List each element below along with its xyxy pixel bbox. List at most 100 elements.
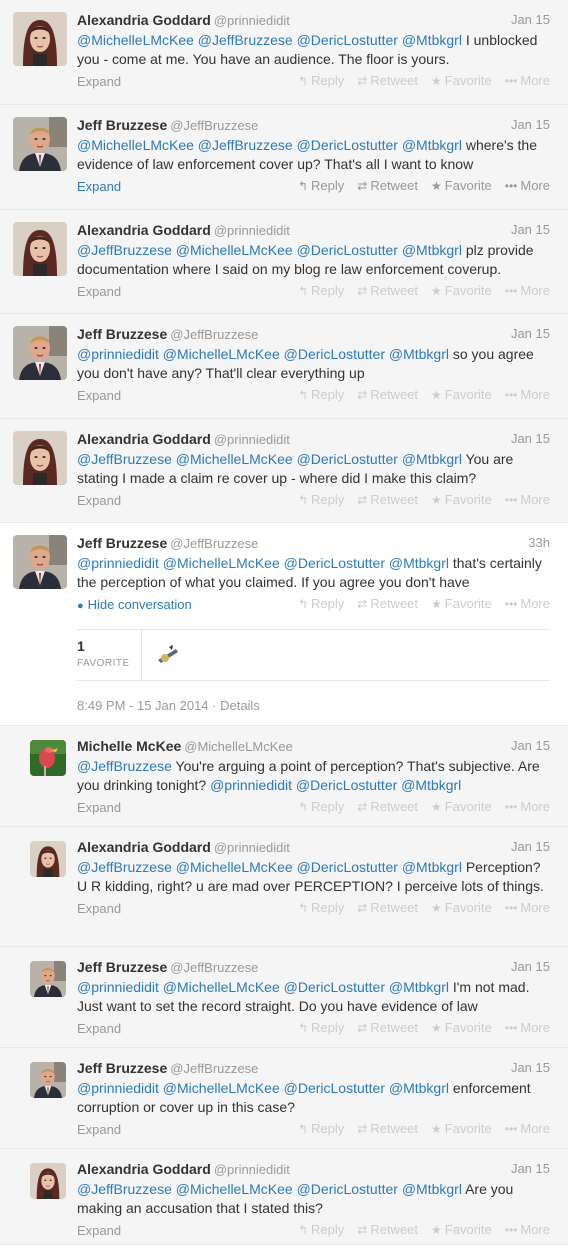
author-handle[interactable]: @JeffBruzzese [170, 960, 258, 975]
more-button[interactable]: ••• More [505, 1118, 550, 1140]
author-handle[interactable]: @JeffBruzzese [170, 327, 258, 342]
reply-tweet-item[interactable]: Alexandria Goddard @prinniedidit Jan 15 @… [0, 827, 568, 947]
author-handle[interactable]: @prinniedidit [214, 1162, 290, 1177]
reply-tweet-item[interactable]: Michelle McKee @MichelleLMcKee Jan 15 @Je… [0, 726, 568, 827]
timestamp[interactable]: Jan 15 [511, 115, 550, 135]
author-name[interactable]: Alexandria Goddard [77, 431, 211, 447]
reply-button[interactable]: ↰ Reply [298, 897, 344, 919]
favorite-button[interactable]: ★ Favorite [431, 1219, 492, 1241]
tweet-meta[interactable]: 8:49 PM - 15 Jan 2014 · Details [77, 681, 558, 731]
timestamp[interactable]: Jan 15 [511, 1058, 550, 1078]
mentions-link[interactable]: @prinniedidit @MichelleLMcKee @DericLost… [77, 555, 449, 571]
author-name[interactable]: Alexandria Goddard [77, 1161, 211, 1177]
retweet-button[interactable]: ⇄ Retweet [357, 1219, 418, 1241]
more-button[interactable]: ••• More [505, 796, 550, 818]
mentions-link[interactable]: @MichelleLMcKee @JeffBruzzese @DericLost… [77, 137, 462, 153]
author-handle[interactable]: @prinniedidit [214, 840, 290, 855]
tweet-item[interactable]: Alexandria Goddard @prinniedidit Jan 15 @… [0, 210, 568, 314]
expand-link[interactable]: Expand [77, 493, 121, 508]
favorite-button[interactable]: ★ Favorite [431, 1118, 492, 1140]
author-name[interactable]: Jeff Bruzzese [77, 1060, 167, 1076]
expand-link[interactable]: Expand [77, 901, 121, 916]
avatar[interactable] [13, 222, 67, 276]
mentions-link[interactable]: @prinniedidit @MichelleLMcKee @DericLost… [77, 1080, 449, 1096]
author-name[interactable]: Alexandria Goddard [77, 839, 211, 855]
favorite-count[interactable]: 1 FAVORITE [77, 638, 130, 669]
timestamp[interactable]: Jan 15 [511, 220, 550, 240]
tweet-item-expanded[interactable]: Jeff Bruzzese @JeffBruzzese 33h @prinnied… [0, 523, 568, 726]
tweet-item[interactable]: Jeff Bruzzese @JeffBruzzese Jan 15 @Miche… [0, 105, 568, 210]
hide-conversation-link[interactable]: ● Hide conversation [77, 597, 192, 612]
mentions-link[interactable]: @prinniedidit @MichelleLMcKee @DericLost… [77, 346, 449, 362]
retweet-button[interactable]: ⇄ Retweet [357, 280, 418, 302]
expand-link[interactable]: Expand [77, 179, 121, 194]
avatar[interactable] [30, 1163, 66, 1199]
avatar[interactable] [30, 961, 66, 997]
author-handle[interactable]: @JeffBruzzese [170, 118, 258, 133]
retweet-button[interactable]: ⇄ Retweet [357, 384, 418, 406]
retweet-button[interactable]: ⇄ Retweet [357, 489, 418, 511]
favorite-button[interactable]: ★ Favorite [431, 175, 492, 197]
timestamp[interactable]: Jan 15 [511, 837, 550, 857]
tweet-item[interactable]: Alexandria Goddard @prinniedidit Jan 15 @… [0, 0, 568, 105]
favorite-button[interactable]: ★ Favorite [431, 1017, 492, 1039]
author-name[interactable]: Jeff Bruzzese [77, 959, 167, 975]
reply-tweet-item[interactable]: Jeff Bruzzese @JeffBruzzese Jan 15 @prinn… [0, 1048, 568, 1149]
reply-button[interactable]: ↰ Reply [298, 70, 344, 92]
author-name[interactable]: Alexandria Goddard [77, 222, 211, 238]
reply-button[interactable]: ↰ Reply [298, 1017, 344, 1039]
timestamp[interactable]: 33h [528, 533, 550, 553]
more-button[interactable]: ••• More [505, 1017, 550, 1039]
mentions-link[interactable]: @JeffBruzzese @MichelleLMcKee @DericLost… [77, 859, 462, 875]
timestamp[interactable]: Jan 15 [511, 1159, 550, 1179]
author-handle[interactable]: @prinniedidit [214, 432, 290, 447]
reply-button[interactable]: ↰ Reply [298, 384, 344, 406]
author-handle[interactable]: @prinniedidit [214, 13, 290, 28]
retweet-button[interactable]: ⇄ Retweet [357, 1017, 418, 1039]
expand-link[interactable]: Expand [77, 800, 121, 815]
reply-button[interactable]: ↰ Reply [298, 593, 344, 615]
mentions-link[interactable]: @MichelleLMcKee @JeffBruzzese @DericLost… [77, 32, 462, 48]
favorite-button[interactable]: ★ Favorite [431, 280, 492, 302]
reply-tweet-item[interactable]: Alexandria Goddard @prinniedidit Jan 15 @… [0, 1149, 568, 1245]
timestamp[interactable]: Jan 15 [511, 324, 550, 344]
avatar[interactable] [30, 1062, 66, 1098]
expand-link[interactable]: Expand [77, 1223, 121, 1238]
more-button[interactable]: ••• More [505, 175, 550, 197]
more-button[interactable]: ••• More [505, 384, 550, 406]
avatar[interactable] [30, 740, 66, 776]
avatar[interactable] [30, 841, 66, 877]
author-name[interactable]: Jeff Bruzzese [77, 117, 167, 133]
avatar[interactable] [13, 326, 67, 380]
author-name[interactable]: Michelle McKee [77, 738, 181, 754]
reply-tweet-item[interactable]: Jeff Bruzzese @JeffBruzzese Jan 15 @prinn… [0, 947, 568, 1048]
retweet-button[interactable]: ⇄ Retweet [357, 70, 418, 92]
expand-link[interactable]: Expand [77, 74, 121, 89]
retweet-button[interactable]: ⇄ Retweet [357, 1118, 418, 1140]
more-button[interactable]: ••• More [505, 593, 550, 615]
mentions-link[interactable]: @prinniedidit @MichelleLMcKee @DericLost… [77, 979, 449, 995]
favorite-button[interactable]: ★ Favorite [431, 384, 492, 406]
favoriter-avatar[interactable] [155, 643, 180, 668]
expand-link[interactable]: Expand [77, 1122, 121, 1137]
avatar[interactable] [13, 431, 67, 485]
retweet-button[interactable]: ⇄ Retweet [357, 796, 418, 818]
more-button[interactable]: ••• More [505, 897, 550, 919]
mentions-link[interactable]: @prinniedidit @DericLostutter @Mtbkgrl [210, 777, 461, 793]
favorite-button[interactable]: ★ Favorite [431, 796, 492, 818]
mentions-link[interactable]: @JeffBruzzese [77, 758, 172, 774]
more-button[interactable]: ••• More [505, 1219, 550, 1241]
reply-button[interactable]: ↰ Reply [298, 280, 344, 302]
reply-button[interactable]: ↰ Reply [298, 796, 344, 818]
author-handle[interactable]: @prinniedidit [214, 223, 290, 238]
reply-button[interactable]: ↰ Reply [298, 175, 344, 197]
avatar[interactable] [13, 117, 67, 171]
author-name[interactable]: Jeff Bruzzese [77, 326, 167, 342]
timestamp[interactable]: Jan 15 [511, 429, 550, 449]
author-name[interactable]: Alexandria Goddard [77, 12, 211, 28]
timestamp[interactable]: Jan 15 [511, 736, 550, 756]
more-button[interactable]: ••• More [505, 489, 550, 511]
author-handle[interactable]: @JeffBruzzese [170, 1061, 258, 1076]
expand-link[interactable]: Expand [77, 388, 121, 403]
author-handle[interactable]: @JeffBruzzese [170, 536, 258, 551]
